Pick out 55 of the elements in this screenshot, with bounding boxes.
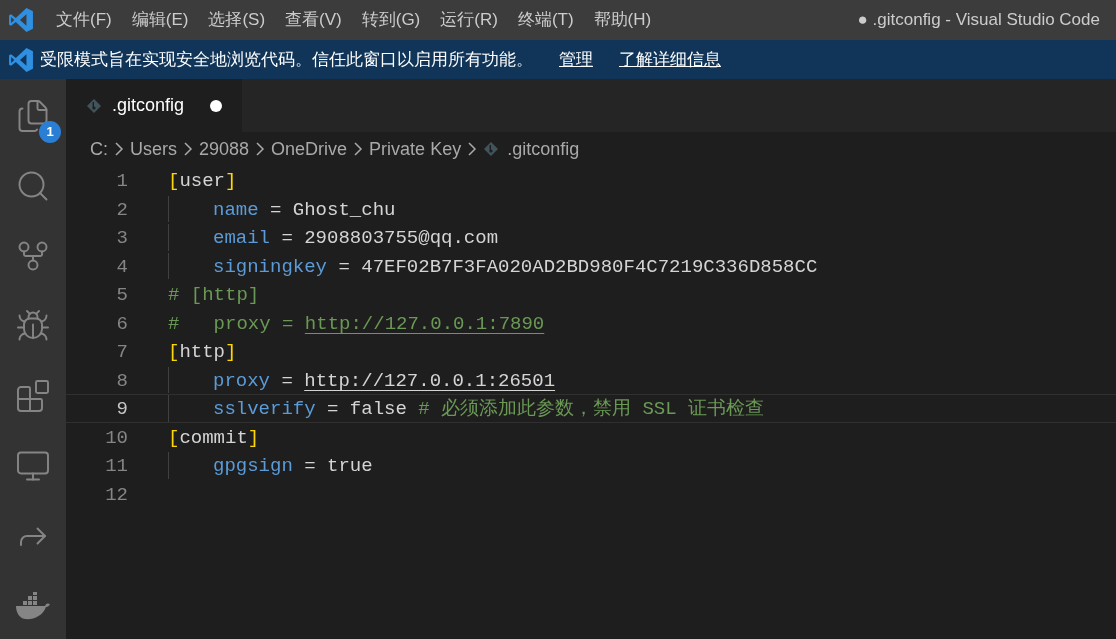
tab-label: .gitconfig	[112, 94, 185, 117]
window-title: ● .gitconfig - Visual Studio Code	[857, 9, 1100, 32]
editor-tab[interactable]: .gitconfig	[66, 79, 242, 132]
breadcrumb-item[interactable]: OneDrive	[271, 135, 348, 163]
breadcrumb-item[interactable]: 29088	[199, 135, 250, 163]
app-logo-icon	[8, 7, 34, 33]
line-number: 9	[115, 397, 128, 422]
menu-item[interactable]: 终端(T)	[507, 7, 584, 33]
line-number: 11	[104, 454, 128, 479]
code-line: # proxy = http://127.0.0.1:7890	[168, 311, 545, 336]
code-line: proxy = http://127.0.0.1:26501	[213, 368, 556, 393]
menu-item[interactable]: 运行(R)	[430, 7, 508, 33]
code-line: gpgsign = true	[213, 454, 373, 479]
chevron-icon	[183, 141, 193, 157]
menu-item[interactable]: 查看(V)	[275, 7, 352, 33]
line-number: 8	[115, 368, 128, 393]
code-line: [user]	[168, 169, 237, 194]
line-number: 2	[115, 197, 128, 222]
banner-link[interactable]: 了解详细信息	[619, 46, 721, 73]
breadcrumb-item[interactable]: Users	[130, 135, 177, 163]
line-number: 7	[115, 340, 128, 365]
menu-item[interactable]: 文件(F)	[46, 7, 122, 33]
banner-link[interactable]: 管理	[559, 46, 593, 73]
breadcrumb-item[interactable]: Private Key	[369, 135, 462, 163]
banner-logo-icon	[8, 46, 34, 73]
code-line: signingkey = 47EF02B7F3FA020AD2BD980F4C7219C336D858CC	[213, 254, 818, 279]
line-number: 3	[115, 226, 128, 251]
code-line: sslverify = false # 必须添加此参数，禁用 SSL 证书检查	[213, 397, 765, 422]
code-line: [http]	[168, 340, 237, 365]
chevron-icon	[353, 141, 364, 157]
line-number: 10	[104, 425, 128, 450]
chevron-icon	[467, 141, 478, 157]
code-line: [commit]	[168, 425, 260, 450]
whale-icon	[15, 592, 51, 620]
line-number: 5	[115, 283, 128, 308]
line-number: 1	[115, 169, 128, 194]
menu-item[interactable]: 选择(S)	[198, 7, 276, 33]
code-line: email = 2908803755@qq.com	[213, 226, 499, 251]
menu-item[interactable]: 编辑(E)	[121, 7, 199, 33]
chevron-icon	[114, 141, 124, 157]
git-file-icon	[86, 97, 102, 114]
notification-badge: 1	[39, 121, 61, 143]
banner-message: 受限模式旨在实现安全地浏览代码。信任此窗口以启用所有功能。	[40, 48, 533, 71]
code-line: name = Ghost_chu	[213, 197, 396, 222]
line-number: 12	[104, 482, 128, 507]
chevron-icon	[255, 141, 266, 157]
line-number: 6	[115, 311, 128, 336]
menu-item[interactable]: 帮助(H)	[583, 7, 662, 33]
menu-item[interactable]: 转到(G)	[351, 7, 431, 33]
git-file-icon	[483, 141, 500, 157]
blocks-icon[interactable]	[15, 378, 51, 414]
breadcrumb-item[interactable]: C:	[90, 135, 108, 163]
code-line: # [http]	[168, 283, 260, 308]
breadcrumb-item[interactable]: .gitconfig	[507, 135, 580, 163]
line-number: 4	[115, 254, 128, 279]
